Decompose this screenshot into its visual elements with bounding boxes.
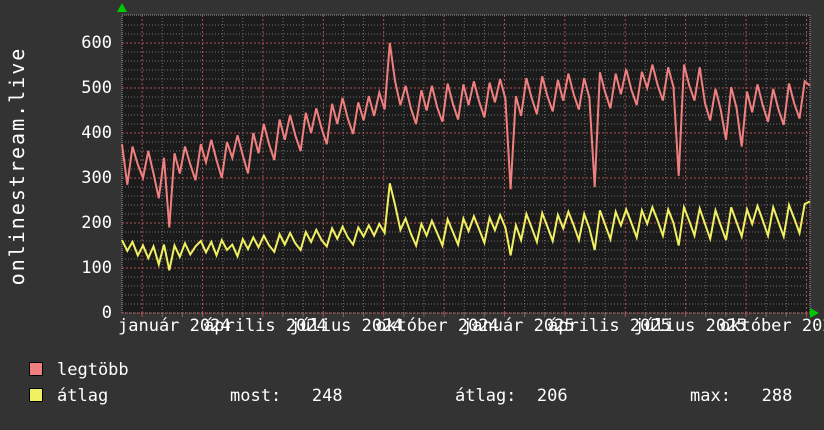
stat-atlag: átlag: 206 [455, 386, 568, 406]
y-axis-tick-label: 100 [81, 258, 112, 278]
y-axis-tick-label: 300 [81, 168, 112, 188]
rrd-graph: onlinestream.live 0 100 200 300 400 500 600 ja… [0, 0, 824, 430]
y-axis-tick-label: 500 [81, 78, 112, 98]
y-axis-tick-label: 0 [101, 303, 112, 323]
legend-label-legtobb: legtöbb [57, 360, 129, 380]
vertical-axis-title: onlinestream.live [5, 46, 29, 286]
y-axis-up-arrow-icon [117, 3, 127, 12]
legend-swatch-legtobb [29, 362, 43, 376]
legend-swatch-atlag [29, 388, 43, 402]
y-axis-tick-label: 600 [81, 33, 112, 53]
stat-max: max: 288 [690, 386, 793, 406]
x-axis-tick-label: október 2025 [720, 316, 824, 336]
y-axis-tick-label: 400 [81, 123, 112, 143]
legend-label-atlag: átlag [57, 386, 109, 406]
stat-most: most: 248 [230, 386, 343, 406]
y-axis-tick-label: 200 [81, 213, 112, 233]
